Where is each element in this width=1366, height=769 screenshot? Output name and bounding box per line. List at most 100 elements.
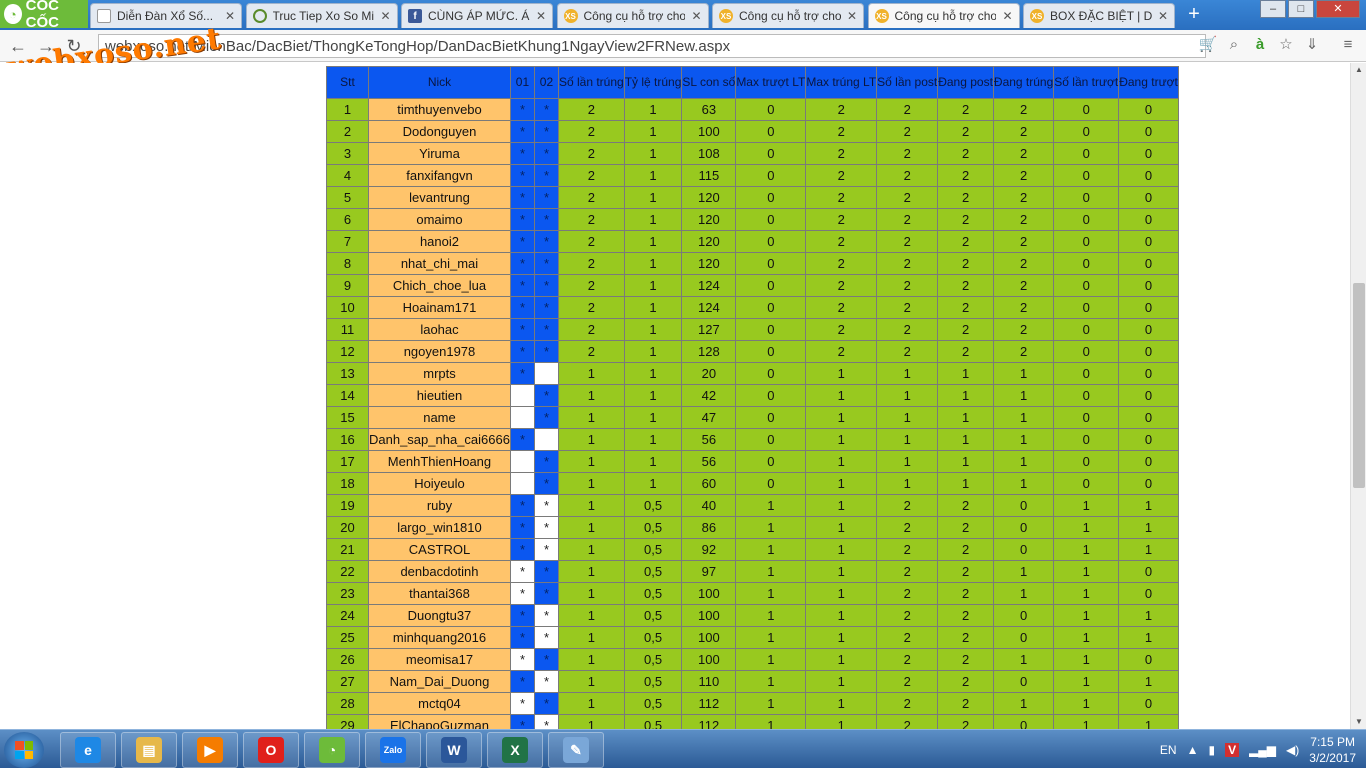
stat-cell: 2 bbox=[876, 120, 939, 143]
taskbar-app-button[interactable]: ▤ bbox=[121, 732, 177, 768]
address-bar[interactable]: webxoso.net/MienBac/DacBiet/ThongKeTongH… bbox=[98, 34, 1206, 58]
column-header[interactable]: Số lần trúng bbox=[557, 66, 625, 99]
stat-cell: 0 bbox=[1118, 186, 1179, 209]
stat-cell: 40 bbox=[681, 494, 737, 517]
column-header[interactable]: Đang post bbox=[937, 66, 994, 99]
column-header[interactable]: Số lần post bbox=[876, 66, 939, 99]
browser-tab[interactable]: Truc Tiep Xo So Mi... ✕ bbox=[245, 3, 398, 28]
battery-icon[interactable]: ▮ bbox=[1208, 743, 1215, 757]
clock[interactable]: 7:15 PM 3/2/2017 bbox=[1309, 734, 1356, 766]
stat-cell: 1 bbox=[992, 648, 1055, 671]
close-window-button[interactable]: ✕ bbox=[1316, 0, 1360, 18]
shopping-cart-icon[interactable]: 🛒 bbox=[1198, 34, 1218, 56]
browser-tab[interactable]: XS BOX ĐẶC BIỆT | Diễ... ✕ bbox=[1023, 3, 1175, 28]
nick-cell: Dodonguyen bbox=[368, 120, 511, 143]
start-button[interactable] bbox=[4, 732, 44, 768]
stat-cell: 0 bbox=[1118, 120, 1179, 143]
column-header[interactable]: Tỷ lệ trúng bbox=[623, 66, 683, 99]
stat-cell: 2 bbox=[937, 252, 994, 275]
tab-close-icon[interactable]: ✕ bbox=[380, 9, 390, 23]
stat-cell: 2 bbox=[937, 582, 994, 605]
column-header[interactable]: Stt bbox=[326, 66, 369, 99]
stat-cell: 120 bbox=[681, 186, 737, 209]
column-header[interactable]: Max trượt LT bbox=[735, 66, 807, 99]
browser-brand[interactable]: ◔ CỐC CỐC bbox=[0, 0, 88, 31]
nick-cell: Hoiyeulo bbox=[368, 472, 511, 495]
tab-close-icon[interactable]: ✕ bbox=[225, 9, 235, 23]
column-header[interactable]: Max trúng LT bbox=[805, 66, 878, 99]
browser-tab[interactable]: XS Công cụ hỗ trợ cho... ✕ bbox=[556, 3, 709, 28]
stat-cell: 1 bbox=[623, 186, 683, 209]
browser-tab[interactable]: f CÙNG ÁP MỨC. ÁP... ✕ bbox=[401, 3, 553, 28]
language-indicator[interactable]: EN bbox=[1160, 743, 1177, 757]
tab-close-icon[interactable]: ✕ bbox=[536, 9, 546, 23]
stat-cell: 2 bbox=[805, 120, 878, 143]
antivirus-icon[interactable]: V bbox=[1225, 742, 1240, 757]
taskbar-app-button[interactable]: e bbox=[60, 732, 116, 768]
stat-cell: 0 bbox=[1118, 230, 1179, 253]
xs-icon: XS bbox=[874, 9, 889, 23]
windows-logo-icon bbox=[15, 741, 33, 759]
mark-01-cell: * bbox=[509, 604, 535, 627]
table-row: 11 laohac * * 2 1 127 0 2 2 2 2 0 0 bbox=[326, 318, 1179, 341]
word-icon: W bbox=[441, 737, 467, 763]
tab-close-icon[interactable]: ✕ bbox=[847, 9, 857, 23]
stat-cell: 0 bbox=[1053, 384, 1120, 407]
stt-cell: 13 bbox=[326, 362, 369, 385]
taskbar-app-button[interactable]: W bbox=[426, 732, 482, 768]
column-header[interactable]: Đang trượt bbox=[1118, 66, 1179, 99]
taskbar-app-button[interactable]: X bbox=[487, 732, 543, 768]
stat-cell: 1 bbox=[735, 516, 807, 539]
tab-close-icon[interactable]: ✕ bbox=[691, 9, 701, 23]
translate-icon[interactable]: à bbox=[1250, 34, 1270, 56]
nick-cell: timthuyenvebo bbox=[368, 98, 511, 121]
stat-cell: 1 bbox=[557, 450, 625, 473]
stat-cell: 2 bbox=[557, 120, 625, 143]
table-row: 18 Hoiyeulo * 1 1 60 0 1 1 1 1 0 0 bbox=[326, 472, 1179, 495]
maximize-button[interactable]: □ bbox=[1288, 0, 1314, 18]
download-icon[interactable]: ⇓ bbox=[1302, 34, 1322, 56]
column-header[interactable]: 02 bbox=[533, 66, 559, 99]
taskbar-app-button[interactable]: ▶ bbox=[182, 732, 238, 768]
mark-02-cell: * bbox=[533, 450, 559, 473]
taskbar-app-button[interactable]: ◔ bbox=[304, 732, 360, 768]
column-header[interactable]: Nick bbox=[368, 66, 511, 99]
scrollbar-thumb[interactable] bbox=[1353, 283, 1365, 488]
column-header[interactable]: Đang trúng bbox=[992, 66, 1055, 99]
table-row: 22 denbacdotinh * * 1 0,5 97 1 1 2 2 1 1 0 bbox=[326, 560, 1179, 583]
column-header[interactable]: 01 bbox=[509, 66, 535, 99]
taskbar-app-button[interactable]: Zalo bbox=[365, 732, 421, 768]
scroll-down-icon[interactable]: ▼ bbox=[1351, 715, 1366, 729]
stat-cell: 0 bbox=[735, 186, 807, 209]
stat-cell: 2 bbox=[557, 230, 625, 253]
stat-cell: 0 bbox=[1118, 274, 1179, 297]
column-header[interactable]: Số lần trượt bbox=[1053, 66, 1120, 99]
mark-02-cell: * bbox=[533, 604, 559, 627]
menu-icon[interactable]: ≡ bbox=[1338, 34, 1358, 56]
browser-tab[interactable]: XS Công cụ hỗ trợ cho... ✕ bbox=[867, 3, 1020, 28]
stat-cell: 1 bbox=[805, 714, 878, 729]
stat-cell: 112 bbox=[681, 714, 737, 729]
column-header[interactable]: SL con số bbox=[681, 66, 737, 99]
stat-cell: 2 bbox=[876, 670, 939, 693]
volume-icon[interactable]: ◀) bbox=[1286, 743, 1299, 757]
minimize-button[interactable]: – bbox=[1260, 0, 1286, 18]
new-tab-button[interactable]: + bbox=[1183, 4, 1205, 26]
stt-cell: 7 bbox=[326, 230, 369, 253]
table-row: 25 minhquang2016 * * 1 0,5 100 1 1 2 2 0 1 1 bbox=[326, 626, 1179, 649]
tab-close-icon[interactable]: ✕ bbox=[1158, 9, 1168, 23]
tab-close-icon[interactable]: ✕ bbox=[1002, 9, 1012, 23]
bookmark-star-icon[interactable]: ☆ bbox=[1276, 34, 1296, 56]
browser-tab[interactable]: XS Công cụ hỗ trợ cho... ✕ bbox=[712, 3, 864, 28]
stat-cell: 0 bbox=[735, 472, 807, 495]
stat-cell: 2 bbox=[992, 340, 1055, 363]
search-icon[interactable]: ⌕ bbox=[1224, 34, 1244, 56]
scroll-up-icon[interactable]: ▲ bbox=[1351, 63, 1366, 77]
taskbar-app-button[interactable]: O bbox=[243, 732, 299, 768]
network-signal-icon[interactable]: ▂▄▆ bbox=[1249, 743, 1276, 757]
mark-01-cell: * bbox=[509, 296, 535, 319]
vertical-scrollbar[interactable]: ▲ ▼ bbox=[1350, 63, 1366, 729]
stat-cell: 0,5 bbox=[623, 560, 683, 583]
show-hidden-icons-icon[interactable]: ▲ bbox=[1187, 743, 1199, 757]
taskbar-app-button[interactable]: ✎ bbox=[548, 732, 604, 768]
